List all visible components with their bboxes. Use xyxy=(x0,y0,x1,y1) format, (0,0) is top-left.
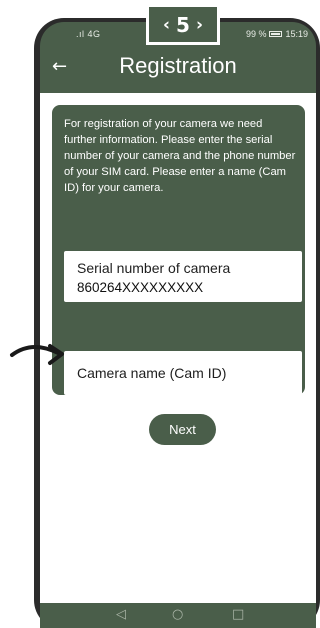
battery-percent: 99 % xyxy=(245,29,267,39)
app-bar: ← Registration xyxy=(40,48,316,98)
page-title: Registration xyxy=(119,53,237,78)
camera-name-field[interactable]: Camera name (Cam ID) xyxy=(64,351,302,395)
camera-name-placeholder[interactable]: Camera name (Cam ID) xyxy=(77,365,226,381)
phone-screen: .ıl 4G 99 % 15:19 ← Registration For reg… xyxy=(40,22,316,628)
chevron-right-icon: › xyxy=(195,14,203,35)
step-badge: ‹ 5 › xyxy=(146,4,220,45)
battery-icon xyxy=(269,31,283,37)
chevron-left-icon: ‹ xyxy=(163,14,171,35)
nav-recents-icon[interactable]: □ xyxy=(232,607,244,622)
status-right: 99 % 15:19 xyxy=(246,29,308,39)
step-number: 5 xyxy=(176,12,190,37)
registration-content: For registration of your camera we need … xyxy=(40,93,316,603)
network-indicator: .ıl 4G xyxy=(76,29,101,39)
next-button[interactable]: Next xyxy=(149,414,216,445)
registration-card: For registration of your camera we need … xyxy=(52,105,305,395)
serial-number-field[interactable]: Serial number of camera 860264XXXXXXXXX xyxy=(64,251,302,302)
system-nav-bar: ◁ ○ □ xyxy=(40,603,316,628)
signal-icon: .ıl xyxy=(76,29,88,39)
curved-arrow-icon xyxy=(10,344,64,365)
nav-back-icon[interactable]: ◁ xyxy=(116,607,126,622)
serial-number-label: Serial number of camera xyxy=(77,260,231,276)
info-text: For registration of your camera we need … xyxy=(64,118,296,194)
nav-home-icon[interactable]: ○ xyxy=(172,607,183,622)
clock: 15:19 xyxy=(285,29,308,39)
serial-number-value[interactable]: 860264XXXXXXXXX xyxy=(77,280,203,295)
